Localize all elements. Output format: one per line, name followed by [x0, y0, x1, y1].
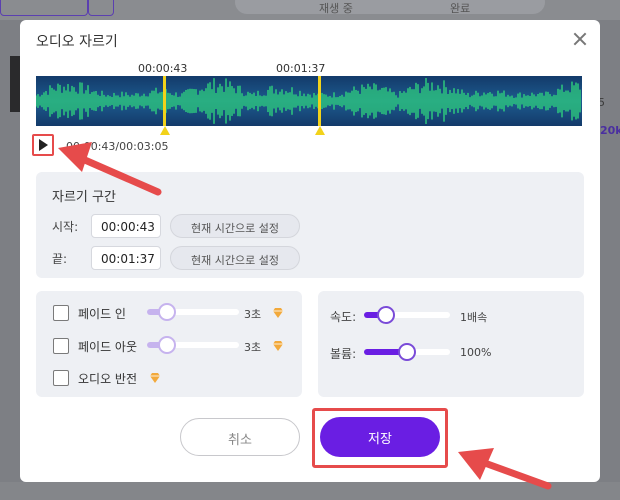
volume-label: 볼륨: [330, 347, 357, 361]
background-bottom-bar [0, 482, 620, 500]
background-add-button [0, 0, 88, 16]
fade-in-checkbox[interactable] [53, 305, 69, 321]
audio-waveform[interactable] [36, 76, 582, 126]
effects-section: 페이드 인 3초 페이드 아웃 3초 오디오 반전 [36, 291, 302, 397]
close-icon[interactable] [570, 29, 590, 49]
volume-value: 100% [460, 346, 492, 359]
playback-section: 속도: 1배속 볼륨: 100% [318, 291, 584, 397]
fade-in-value: 3초 [244, 308, 262, 321]
end-label: 끝: [52, 252, 68, 266]
cancel-button[interactable]: 취소 [180, 418, 300, 456]
background-side-badge: 20k [600, 124, 620, 137]
fade-out-value: 3초 [244, 341, 262, 354]
volume-slider[interactable] [364, 343, 450, 361]
start-marker-triangle[interactable] [160, 126, 170, 135]
start-time-input[interactable]: 00:00:43 [91, 214, 161, 238]
speed-slider[interactable] [364, 306, 450, 324]
premium-gem-icon [273, 308, 283, 318]
volume-slider-thumb[interactable] [398, 343, 416, 361]
waveform-graphic [36, 78, 581, 124]
end-time-input[interactable]: 00:01:37 [91, 246, 161, 270]
background-dropdown-button [88, 0, 114, 16]
playback-time: 00:00:43/00:03:05 [66, 140, 169, 153]
reverse-audio-checkbox[interactable] [53, 370, 69, 386]
play-button[interactable] [32, 134, 54, 156]
fade-out-slider[interactable] [147, 336, 239, 354]
fade-in-slider[interactable] [147, 303, 239, 321]
start-label: 시작: [52, 220, 79, 234]
speed-slider-thumb[interactable] [377, 306, 395, 324]
background-tab-right: 완료 [450, 2, 471, 15]
background-tab-left: 재생 중 [319, 2, 353, 15]
set-end-current-button[interactable]: 현재 시간으로 설정 [170, 246, 300, 270]
play-icon [39, 139, 48, 151]
end-marker-time: 00:01:37 [276, 62, 326, 75]
fade-in-slider-thumb[interactable] [158, 303, 176, 321]
fade-out-slider-thumb[interactable] [158, 336, 176, 354]
trim-heading: 자르기 구간 [52, 190, 116, 205]
save-button[interactable]: 저장 [320, 417, 440, 457]
fade-out-checkbox[interactable] [53, 338, 69, 354]
end-marker-triangle[interactable] [315, 126, 325, 135]
fade-out-label: 페이드 아웃 [78, 340, 138, 354]
speed-label: 속도: [330, 310, 357, 324]
fade-in-label: 페이드 인 [78, 307, 126, 321]
dialog-title: 오디오 자르기 [36, 34, 118, 50]
end-marker-handle[interactable] [318, 76, 321, 126]
start-marker-time: 00:00:43 [138, 62, 188, 75]
trim-section: 자르기 구간 시작: 00:00:43 현재 시간으로 설정 끝: 00:01:… [36, 172, 584, 278]
background-thumbnail [10, 56, 20, 112]
start-marker-handle[interactable] [163, 76, 166, 126]
premium-gem-icon [150, 373, 160, 383]
audio-trim-dialog: 오디오 자르기 00:00:43 00:01:37 00:00:43/00:03… [20, 20, 600, 482]
reverse-audio-label: 오디오 반전 [78, 372, 138, 386]
background-tab-switch: 재생 중 완료 [235, 0, 545, 15]
set-start-current-button[interactable]: 현재 시간으로 설정 [170, 214, 300, 238]
speed-value: 1배속 [460, 311, 488, 324]
premium-gem-icon [273, 341, 283, 351]
